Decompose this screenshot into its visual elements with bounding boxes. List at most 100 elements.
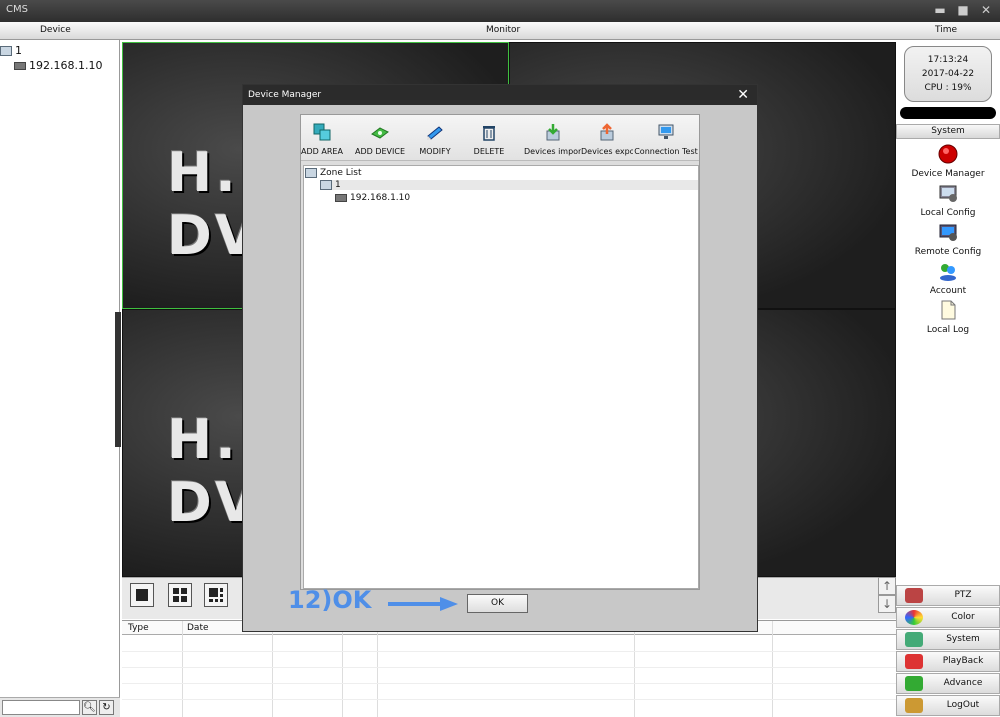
local-log-menu[interactable]: Local Log xyxy=(896,300,1000,335)
zone-device-label: 192.168.1.10 xyxy=(350,193,411,203)
column-headers: Device Monitor Time xyxy=(0,22,1000,40)
delete-label: DELETE xyxy=(473,147,505,156)
arrow-down-icon[interactable]: ↓ xyxy=(878,595,896,613)
dialog-title: Device Manager xyxy=(248,90,322,100)
arrow-up-icon[interactable]: ↑ xyxy=(878,577,896,595)
add-area-button[interactable]: ADD AREA xyxy=(301,123,343,159)
devices-export-button[interactable]: Devices expor xyxy=(581,123,633,159)
remote-config-icon xyxy=(939,224,957,241)
dialog-title-bar: Device Manager ✕ xyxy=(243,85,757,105)
monitor-icon xyxy=(658,124,674,139)
tree-root-label: 1 xyxy=(15,44,22,57)
table-grid-line xyxy=(634,621,635,717)
maximize-button[interactable]: ■ xyxy=(955,2,971,18)
export-icon xyxy=(600,123,614,141)
ok-button[interactable]: OK xyxy=(467,594,528,613)
search-input[interactable] xyxy=(2,700,80,715)
device-manager-label: Device Manager xyxy=(911,169,985,179)
zone-list-root-label: Zone List xyxy=(320,168,362,178)
account-menu[interactable]: Account xyxy=(896,261,1000,296)
table-grid-line xyxy=(272,621,273,717)
log-col-type: Type xyxy=(128,623,149,633)
device-manager-dialog: Device Manager ✕ ADD AREA ADD DEVICE MOD… xyxy=(242,84,758,632)
ptz-label: PTZ xyxy=(954,590,972,600)
zone-icon xyxy=(0,45,12,56)
add-device-icon xyxy=(371,127,389,139)
dialog-content: ADD AREA ADD DEVICE MODIFY DELETE Device… xyxy=(300,114,700,590)
device-header: Device xyxy=(40,25,71,35)
layout-1-icon[interactable] xyxy=(130,583,154,607)
logout-button[interactable]: LogOut xyxy=(896,695,1000,716)
table-grid-line xyxy=(772,621,773,717)
devices-export-label: Devices expor xyxy=(581,147,633,156)
advance-button[interactable]: Advance xyxy=(896,673,1000,694)
tree-device[interactable]: 192.168.1.10 xyxy=(14,59,102,72)
devices-import-button[interactable]: Devices import xyxy=(524,123,581,159)
local-config-menu[interactable]: Local Config xyxy=(896,183,1000,218)
advance-label: Advance xyxy=(943,678,983,688)
add-device-button[interactable]: ADD DEVICE xyxy=(353,123,407,159)
local-log-label: Local Log xyxy=(926,325,970,335)
table-grid-line xyxy=(182,621,183,717)
zone-list-root[interactable]: Zone List xyxy=(305,168,362,178)
step-annotation: 12)OK xyxy=(288,586,372,614)
app-title: CMS xyxy=(6,4,28,15)
table-grid-line xyxy=(377,621,378,717)
dvr-device-icon xyxy=(335,194,347,202)
modify-button[interactable]: MODIFY xyxy=(417,123,453,159)
status-bar xyxy=(900,107,996,119)
minimize-button[interactable]: ▬ xyxy=(932,2,948,18)
playback-icon xyxy=(905,654,923,669)
zone-area-row[interactable]: 1 xyxy=(320,180,698,190)
dvr-device-icon xyxy=(14,61,26,70)
arrow-right-icon xyxy=(388,597,458,611)
monitor-header: Monitor xyxy=(486,25,521,35)
document-icon xyxy=(941,300,956,320)
ptz-button[interactable]: PTZ xyxy=(896,585,1000,606)
system-button[interactable]: System xyxy=(896,629,1000,650)
ptz-icon xyxy=(905,588,923,603)
refresh-icon[interactable]: ↻ xyxy=(99,700,114,715)
search-icon[interactable]: 🔍︎ xyxy=(82,700,97,715)
close-button[interactable]: ✕ xyxy=(978,2,994,18)
add-area-icon xyxy=(313,123,331,141)
advance-icon xyxy=(905,676,923,691)
panel-splitter[interactable] xyxy=(115,312,121,447)
system-icon xyxy=(905,632,923,647)
zone-icon xyxy=(320,180,332,190)
account-icon xyxy=(940,264,956,281)
time-header: Time xyxy=(935,25,958,35)
cpu-usage: CPU : 19% xyxy=(924,83,972,93)
cms-window: CMS ▬ ■ ✕ Device Monitor Time 1 192.168.… xyxy=(0,0,1000,717)
logout-icon xyxy=(905,698,923,713)
system-label: System xyxy=(946,634,980,644)
clock-date: 2017-04-22 xyxy=(921,69,975,79)
layout-6-icon[interactable] xyxy=(204,583,228,607)
layout-4-icon[interactable] xyxy=(168,583,192,607)
device-search-bar: 🔍︎ ↻ xyxy=(0,697,120,717)
add-device-label: ADD DEVICE xyxy=(354,147,406,156)
table-grid-line xyxy=(122,683,896,684)
color-button[interactable]: Color xyxy=(896,607,1000,628)
remote-config-label: Remote Config xyxy=(914,247,982,257)
dialog-close-icon[interactable]: ✕ xyxy=(737,85,749,105)
connection-test-label: Connection Test xyxy=(634,147,698,156)
log-table: Type Date xyxy=(122,620,896,717)
zone-device-row[interactable]: 192.168.1.10 xyxy=(335,193,410,203)
zone-list-tree: Zone List 1 192.168.1.10 xyxy=(303,165,699,589)
color-icon xyxy=(905,610,923,625)
tree-device-label: 192.168.1.10 xyxy=(29,59,103,72)
playback-button[interactable]: PlayBack xyxy=(896,651,1000,672)
tree-root[interactable]: 1 xyxy=(0,44,22,57)
local-config-label: Local Config xyxy=(920,208,976,218)
device-manager-menu[interactable]: Device Manager xyxy=(896,144,1000,179)
connection-test-button[interactable]: Connection Test xyxy=(634,123,698,159)
red-record-icon xyxy=(938,144,958,164)
delete-button[interactable]: DELETE xyxy=(471,123,507,159)
local-config-icon xyxy=(939,185,957,202)
system-header[interactable]: System xyxy=(896,124,1000,139)
modify-label: MODIFY xyxy=(419,147,451,156)
remote-config-menu[interactable]: Remote Config xyxy=(896,222,1000,257)
clock-display: 17:13:24 2017-04-22 CPU : 19% xyxy=(904,46,992,102)
color-label: Color xyxy=(951,612,975,622)
